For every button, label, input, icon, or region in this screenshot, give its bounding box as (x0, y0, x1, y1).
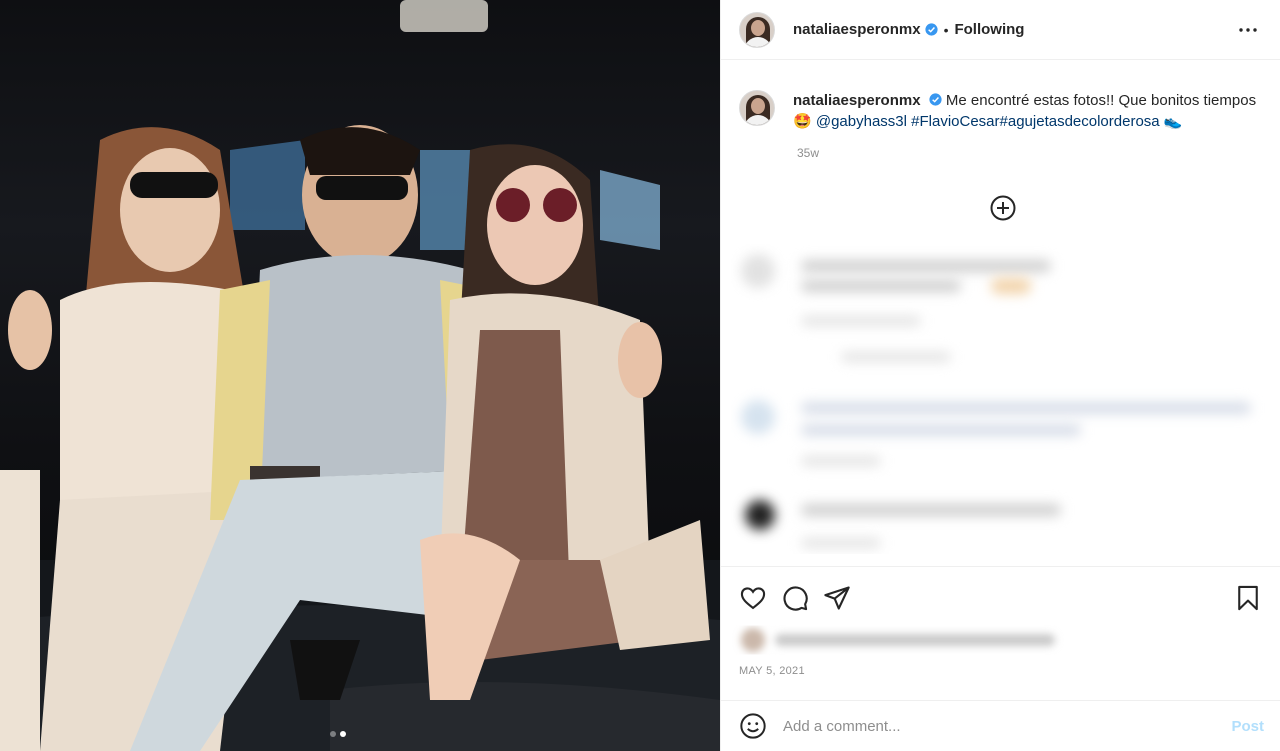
post-photo[interactable] (0, 0, 720, 751)
photo-illustration (0, 0, 720, 751)
action-bar (721, 566, 1280, 628)
caption-hashtags[interactable]: #FlavioCesar#agujetasdecolorderosa (911, 113, 1159, 130)
share-icon[interactable] (823, 584, 851, 612)
shoe-emoji: 👟 (1163, 113, 1183, 130)
caption-age[interactable]: 35w (797, 146, 1260, 160)
carousel-dot (330, 731, 336, 737)
avatar[interactable] (739, 11, 775, 48)
emoji-icon[interactable] (739, 712, 767, 740)
post-details-panel: nataliaesperonmx • Following nataliaespe… (720, 0, 1280, 751)
comment-box: Post (721, 700, 1280, 751)
caption-area: nataliaesperonmx Me encontré estas fotos… (721, 60, 1280, 160)
star-struck-emoji: 🤩 (793, 113, 812, 130)
carousel-dot-active (340, 731, 346, 737)
verified-badge-icon (929, 93, 942, 106)
separator-dot: • (943, 21, 949, 38)
more-options-icon[interactable] (1236, 18, 1260, 42)
caption-username[interactable]: nataliaesperonmx (793, 92, 921, 109)
heart-icon[interactable] (739, 584, 767, 612)
carousel-indicator (330, 731, 346, 737)
author-username[interactable]: nataliaesperonmx (793, 21, 921, 38)
blurred-likes (741, 628, 1055, 652)
post-header: nataliaesperonmx • Following (721, 0, 1280, 60)
verified-badge-icon (924, 23, 938, 36)
caption: nataliaesperonmx Me encontré estas fotos… (793, 90, 1260, 132)
bookmark-icon[interactable] (1234, 584, 1262, 612)
comment-icon[interactable] (781, 584, 809, 612)
post-button[interactable]: Post (1231, 718, 1264, 735)
comment-input[interactable] (783, 717, 1232, 735)
caption-mention[interactable]: @gabyhass3l (816, 113, 907, 130)
blurred-comments (731, 244, 1271, 554)
following-button[interactable]: Following (954, 21, 1024, 38)
plus-circle-icon[interactable] (989, 194, 1017, 222)
post-date[interactable]: MAY 5, 2021 (739, 665, 805, 677)
caption-text: Me encontré estas fotos!! Que bonitos ti… (945, 92, 1257, 109)
caption-avatar[interactable] (739, 90, 775, 126)
